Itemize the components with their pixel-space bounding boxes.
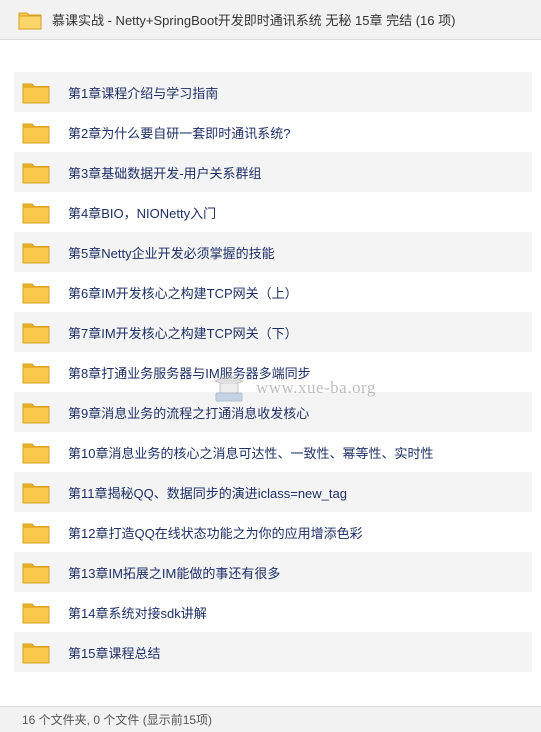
folder-name[interactable]: 第7章IM开发核心之构建TCP网关（下）: [68, 323, 298, 342]
folder-name[interactable]: 第15章课程总结: [68, 643, 160, 662]
watermark-logo-icon: [213, 374, 245, 402]
folder-item[interactable]: 第1章课程介绍与学习指南: [14, 72, 532, 112]
folder-name[interactable]: 第9章消息业务的流程之打通消息收发核心: [68, 403, 309, 422]
folder-item[interactable]: 第15章课程总结: [14, 632, 532, 672]
folder-name[interactable]: 第11章揭秘QQ、数据同步的演进iclass=new_tag: [68, 483, 347, 502]
folder-name[interactable]: 第1章课程介绍与学习指南: [68, 83, 218, 102]
folder-icon: [22, 323, 50, 344]
folder-icon: [22, 443, 50, 464]
folder-item[interactable]: 第4章BIO，NIONetty入门: [14, 192, 532, 232]
folder-icon: [22, 283, 50, 304]
folder-item[interactable]: 第2章为什么要自研一套即时通讯系统?: [14, 112, 532, 152]
folder-name[interactable]: 第3章基础数据开发-用户关系群组: [68, 163, 262, 182]
watermark-text: www.xue-ba.org: [256, 378, 376, 397]
folder-icon: [22, 563, 50, 584]
folder-icon: [22, 403, 50, 424]
status-text: 16 个文件夹, 0 个文件 (显示前15项): [22, 713, 213, 727]
folder-name[interactable]: 第13章IM拓展之IM能做的事还有很多: [68, 563, 280, 582]
folder-icon: [22, 483, 50, 504]
folder-icon: [22, 603, 50, 624]
folder-item[interactable]: 第10章消息业务的核心之消息可达性、一致性、幂等性、实时性: [14, 432, 532, 472]
folder-icon: [22, 203, 50, 224]
folder-item[interactable]: 第5章Netty企业开发必须掌握的技能: [14, 232, 532, 272]
folder-icon: [22, 523, 50, 544]
folder-name[interactable]: 第6章IM开发核心之构建TCP网关（上）: [68, 283, 298, 302]
folder-item[interactable]: 第14章系统对接sdk讲解: [14, 592, 532, 632]
folder-item[interactable]: 第12章打造QQ在线状态功能之为你的应用增添色彩: [14, 512, 532, 552]
folder-name[interactable]: 第10章消息业务的核心之消息可达性、一致性、幂等性、实时性: [68, 443, 433, 462]
folder-item[interactable]: 第11章揭秘QQ、数据同步的演进iclass=new_tag: [14, 472, 532, 512]
folder-icon: [22, 123, 50, 144]
status-bar: 16 个文件夹, 0 个文件 (显示前15项): [0, 706, 541, 732]
folder-icon: [22, 243, 50, 264]
folder-item[interactable]: 第7章IM开发核心之构建TCP网关（下）: [14, 312, 532, 352]
window-title: 慕课实战 - Netty+SpringBoot开发即时通讯系统 无秘 15章 完…: [52, 13, 456, 28]
title-bar: 慕课实战 - Netty+SpringBoot开发即时通讯系统 无秘 15章 完…: [0, 0, 541, 40]
folder-icon: [22, 363, 50, 384]
folder-list: 第1章课程介绍与学习指南第2章为什么要自研一套即时通讯系统? 第3章基础数据开发-…: [14, 72, 532, 672]
folder-item[interactable]: 第13章IM拓展之IM能做的事还有很多: [14, 552, 532, 592]
folder-name[interactable]: 第4章BIO，NIONetty入门: [68, 203, 216, 222]
watermark: www.xue-ba.org: [212, 373, 376, 403]
folder-icon: [18, 12, 42, 29]
folder-icon: [22, 163, 50, 184]
folder-name[interactable]: 第12章打造QQ在线状态功能之为你的应用增添色彩: [68, 523, 363, 542]
folder-item[interactable]: 第6章IM开发核心之构建TCP网关（上）: [14, 272, 532, 312]
folder-icon: [22, 83, 50, 104]
folder-name[interactable]: 第2章为什么要自研一套即时通讯系统?: [68, 123, 290, 142]
folder-name[interactable]: 第5章Netty企业开发必须掌握的技能: [68, 243, 275, 262]
folder-item[interactable]: 第3章基础数据开发-用户关系群组: [14, 152, 532, 192]
folder-icon: [22, 643, 50, 664]
folder-name[interactable]: 第14章系统对接sdk讲解: [68, 603, 207, 622]
